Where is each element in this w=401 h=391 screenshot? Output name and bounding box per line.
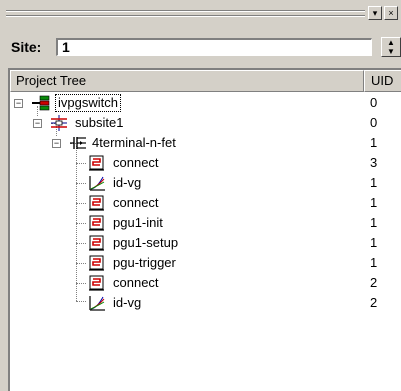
tree-row-connect[interactable]: connect 1 (10, 193, 401, 213)
collapse-toggle[interactable]: − (14, 99, 23, 108)
tree-row-pgu1-setup[interactable]: pgu1-setup 1 (10, 233, 401, 253)
site-spinner[interactable]: ▲ ▼ (381, 37, 401, 57)
uid-value: 0 (370, 95, 378, 110)
collapse-toggle[interactable]: − (33, 119, 42, 128)
tree-item-label: pgu1-init (113, 215, 163, 230)
project-tree-column-header[interactable]: Project Tree (10, 70, 364, 92)
project-tree[interactable]: Project Tree UID − ivpgswitch 0 − subsit… (8, 68, 401, 391)
tree-row-pgu1-init[interactable]: pgu1-init 1 (10, 213, 401, 233)
connect-script-icon (89, 255, 104, 271)
tree-row-ivpgswitch[interactable]: − ivpgswitch 0 (10, 93, 401, 113)
collapse-toggle[interactable]: − (52, 139, 61, 148)
subsite-icon (51, 115, 67, 131)
uid-column-header[interactable]: UID (364, 70, 401, 92)
tree-row-connect[interactable]: connect 2 (10, 273, 401, 293)
collapse-button[interactable]: ▾ (368, 6, 382, 20)
uid-value: 2 (370, 295, 378, 310)
connect-script-icon (89, 215, 104, 231)
spin-down-icon[interactable]: ▼ (382, 47, 400, 56)
uid-value: 3 (370, 155, 378, 170)
tree-row-pgu-trigger[interactable]: pgu-trigger 1 (10, 253, 401, 273)
tree-item-label: 4terminal-n-fet (92, 135, 176, 150)
uid-value: 1 (370, 135, 378, 150)
tree-header: Project Tree UID (10, 70, 401, 92)
tree-row-subsite1[interactable]: − subsite1 0 (10, 113, 401, 133)
tree-item-label: connect (113, 275, 159, 290)
uid-value: 1 (370, 195, 378, 210)
uid-value: 1 (370, 215, 378, 230)
tree-item-label: ivpgswitch (55, 94, 121, 112)
tree-item-label: subsite1 (75, 115, 124, 130)
tree-row-4terminal-n-fet[interactable]: − 4terminal-n-fet 1 (10, 133, 401, 153)
tree-item-label: id-vg (113, 175, 142, 190)
panel-titlebar: ▾ × (0, 0, 401, 33)
grip-line (6, 15, 365, 17)
site-input[interactable]: 1 (56, 38, 372, 56)
connect-script-icon (89, 235, 104, 251)
uid-value: 2 (370, 275, 378, 290)
site-label: Site: (11, 39, 42, 55)
close-button[interactable]: × (384, 6, 398, 20)
tree-item-label: id-vg (113, 295, 142, 310)
tree-item-label: connect (113, 195, 159, 210)
tree-row-connect[interactable]: connect 3 (10, 153, 401, 173)
graph-icon (89, 176, 105, 191)
connect-script-icon (89, 275, 104, 291)
tree-item-label: pgu-trigger (113, 255, 176, 270)
uid-value: 1 (370, 255, 378, 270)
uid-value: 0 (370, 115, 378, 130)
grip-line (6, 10, 365, 12)
uid-value: 1 (370, 235, 378, 250)
device-icon (70, 137, 86, 149)
uid-value: 1 (370, 175, 378, 190)
spin-up-icon[interactable]: ▲ (382, 38, 400, 47)
tree-item-label: connect (113, 155, 159, 170)
tree-row-id-vg[interactable]: id-vg 2 (10, 293, 401, 313)
tree-item-label: pgu1-setup (113, 235, 179, 250)
site-row: Site: 1 ▲ ▼ (0, 33, 401, 62)
connect-script-icon (89, 155, 104, 171)
graph-icon (89, 296, 105, 311)
project-icon (32, 95, 50, 111)
tree-row-id-vg[interactable]: id-vg 1 (10, 173, 401, 193)
connect-script-icon (89, 195, 104, 211)
